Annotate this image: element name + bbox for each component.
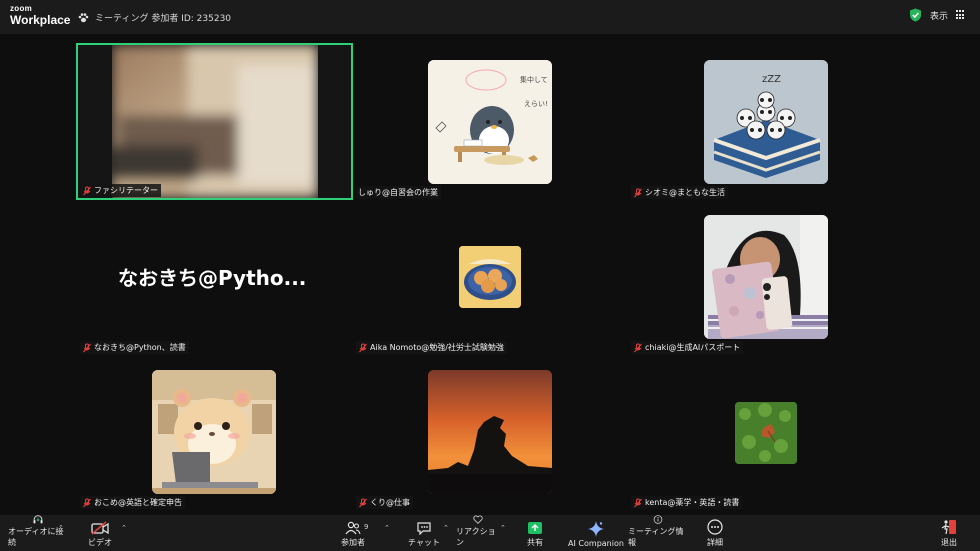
participant-name-label: おこめ@英語と確定申告 (80, 496, 185, 509)
mic-muted-icon (83, 343, 91, 352)
video-button[interactable]: ビデオ (78, 515, 122, 551)
video-label: ビデオ (88, 538, 112, 547)
grid-view-icon[interactable] (956, 10, 966, 20)
view-control[interactable]: 表示 (909, 8, 966, 22)
mic-muted-icon (634, 498, 642, 507)
video-tile-facilitator[interactable]: ファシリテーター (76, 43, 353, 200)
mic-muted-icon (634, 188, 642, 197)
shield-check-icon[interactable] (909, 8, 922, 22)
meeting-info-text: ミーティング 参加者 ID: 235230 (95, 14, 232, 24)
person-photo (704, 215, 828, 339)
avatar-shuri[interactable]: 集中して えらい! (428, 60, 552, 184)
video-off-icon (91, 521, 109, 535)
logo-top-text: zoom (10, 4, 33, 13)
audio-button[interactable]: オーディオに接続 (8, 515, 68, 551)
mic-muted-icon (83, 186, 91, 195)
more-button[interactable]: 詳細 (700, 515, 730, 551)
participants-count: 9 (364, 523, 369, 531)
blurred-camera-feed (78, 45, 351, 198)
audio-options-chevron-icon[interactable]: ⌃ (58, 524, 64, 532)
more-label: 詳細 (707, 538, 723, 547)
participant-display-name: なおきち@Pytho... (118, 266, 307, 290)
participants-label: 参加者 (341, 538, 365, 547)
leave-label: 退出 (941, 538, 957, 547)
chat-button[interactable]: チャット (404, 515, 444, 551)
participant-name: シオミ@まともな生活 (645, 188, 725, 197)
participant-name: おこめ@英語と確定申告 (94, 498, 182, 507)
chat-label: チャット (408, 538, 440, 547)
leave-button[interactable]: 退出 (934, 515, 964, 551)
zoom-workplace-logo: zoom Workplace (10, 4, 71, 27)
leave-door-icon (941, 520, 956, 535)
participant-name: chiaki@生成AIパスポート (645, 343, 741, 352)
participants-options-chevron-icon[interactable]: ⌃ (384, 524, 390, 532)
mic-muted-icon (634, 343, 642, 352)
top-bar: zoom Workplace ミーティング 参加者 ID: 235230 表示 (0, 0, 980, 34)
avatar-chiaki[interactable] (704, 215, 828, 339)
ai-companion-button[interactable]: AI Companion (566, 515, 626, 551)
participants-icon (345, 521, 361, 535)
participant-name-label: なおきち@Python、読書 (80, 341, 189, 354)
chat-options-chevron-icon[interactable]: ⌃ (443, 524, 449, 532)
avatar-aika[interactable] (459, 246, 521, 308)
avatar-kuri[interactable] (428, 370, 552, 494)
participant-name: Aika Nomoto@勉強/社労士試験勉強 (370, 343, 504, 352)
meeting-info[interactable]: ミーティング 参加者 ID: 235230 (78, 11, 231, 24)
bottom-toolbar: オーディオに接続 ⌃ ビデオ ⌃ 参加者 9 ⌃ チャット ⌃ リアクション ⌃… (0, 515, 980, 551)
mic-muted-icon (83, 498, 91, 507)
participant-name-label: ファシリテーター (80, 184, 161, 197)
share-screen-icon (528, 522, 542, 534)
hamster-laptop-illustration (152, 370, 276, 494)
participant-name-label: シオミ@まともな生活 (631, 186, 728, 199)
video-options-chevron-icon[interactable]: ⌃ (121, 524, 127, 532)
participant-name: しゅり@自習会の作業 (358, 188, 438, 197)
penguin-illustration: 集中して えらい! (428, 60, 552, 184)
pastry-plate-illustration (459, 246, 521, 308)
more-options-icon (707, 519, 723, 535)
avatar-kenta[interactable] (735, 402, 797, 464)
info-icon (653, 515, 663, 524)
participant-name-label: Aika Nomoto@勉強/社労士試験勉強 (356, 341, 507, 354)
participant-name: くり@仕事 (370, 498, 410, 507)
reactions-button[interactable]: リアクション (456, 515, 500, 551)
participant-name-label: しゅり@自習会の作業 (356, 186, 441, 199)
reactions-options-chevron-icon[interactable]: ⌃ (500, 524, 506, 532)
meeting-info-label: ミーティング情報 (628, 527, 684, 547)
heart-icon (473, 515, 483, 524)
sparkle-icon (588, 521, 604, 537)
participant-name: なおきち@Python、読書 (94, 343, 186, 352)
reactions-label: リアクション (456, 527, 496, 547)
avatar-shiomi[interactable]: zZZ (704, 60, 828, 184)
ai-companion-label: AI Companion (568, 539, 624, 548)
svg-text:zZZ: zZZ (762, 74, 781, 85)
avatar-okome[interactable] (152, 370, 276, 494)
paw-icon (78, 12, 89, 22)
chat-icon (417, 522, 431, 535)
svg-text:集中して: 集中して (520, 75, 548, 84)
svg-text:えらい!: えらい! (524, 100, 548, 108)
headphones-icon (33, 515, 43, 524)
participant-name-label: chiaki@生成AIパスポート (631, 341, 744, 354)
logo-bottom-text: Workplace (10, 13, 71, 27)
sleeping-pandas-illustration: zZZ (704, 60, 828, 184)
participant-name: ファシリテーター (94, 186, 158, 195)
sunset-silhouette-photo (428, 370, 552, 494)
view-label[interactable]: 表示 (930, 9, 948, 22)
mic-muted-icon (359, 343, 367, 352)
share-button[interactable]: 共有 (520, 515, 550, 551)
participant-name: kenta@薬学・英語・読書 (645, 498, 740, 507)
participants-button[interactable]: 参加者 (332, 515, 374, 551)
meeting-info-button[interactable]: ミーティング情報 (628, 515, 688, 551)
participant-name-label: くり@仕事 (356, 496, 413, 509)
participant-name-label: kenta@薬学・英語・読書 (631, 496, 743, 509)
share-label: 共有 (527, 538, 543, 547)
leaves-photo (735, 402, 797, 464)
mic-muted-icon (359, 498, 367, 507)
